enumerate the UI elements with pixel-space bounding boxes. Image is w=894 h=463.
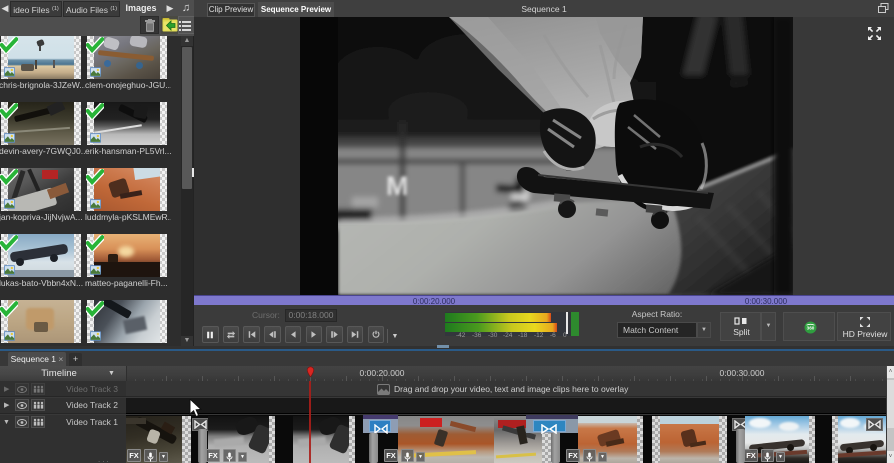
svg-text:360: 360: [807, 326, 815, 331]
svg-text:M: M: [386, 171, 409, 201]
